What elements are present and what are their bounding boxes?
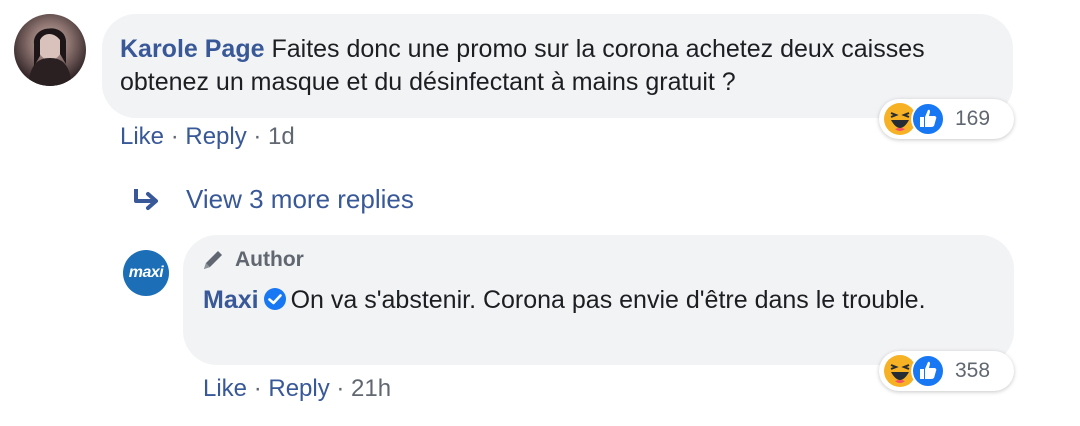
reply-text: On va s'abstenir. Corona pas envie d'êtr…	[290, 286, 926, 314]
reaction-count: 358	[955, 359, 991, 382]
verified-badge-icon	[263, 288, 286, 310]
like-reaction-icon	[911, 354, 945, 388]
separator: ·	[329, 375, 352, 402]
separator: ·	[164, 123, 186, 150]
timestamp[interactable]: 1d	[268, 123, 295, 150]
comment-actions: Like · Reply · 1d	[120, 123, 295, 151]
reply-arrow-icon	[134, 188, 158, 210]
author-badge-label: Author	[235, 248, 304, 271]
like-link[interactable]: Like	[203, 375, 247, 402]
separator: ·	[246, 123, 269, 150]
commenter-name[interactable]: Karole Page	[120, 35, 265, 63]
like-reaction-icon	[911, 102, 945, 136]
reply-actions: Like · Reply · 21h	[203, 375, 391, 403]
reply-link[interactable]: Reply	[268, 375, 329, 402]
maxi-logo: maxi	[128, 264, 164, 281]
timestamp[interactable]: 21h	[351, 375, 391, 402]
reaction-summary[interactable]: 169	[879, 99, 1014, 139]
reaction-count: 169	[955, 107, 991, 130]
reaction-summary[interactable]: 358	[879, 351, 1014, 391]
reply-link[interactable]: Reply	[185, 123, 246, 150]
view-more-replies[interactable]: View 3 more replies	[132, 184, 414, 215]
view-more-label[interactable]: View 3 more replies	[186, 184, 414, 215]
replier-name[interactable]: Maxi	[203, 286, 259, 314]
profile-photo	[28, 28, 72, 86]
avatar-maxi[interactable]: maxi	[123, 250, 169, 296]
reply-body: Maxi On va s'abstenir. Corona pas envie …	[203, 284, 993, 317]
pencil-icon	[204, 251, 222, 269]
author-badge: Author	[201, 246, 304, 274]
avatar-karole[interactable]	[14, 14, 86, 86]
separator: ·	[247, 375, 269, 402]
like-link[interactable]: Like	[120, 123, 164, 150]
comment-body: Karole Page Faites donc une promo sur la…	[120, 33, 1000, 99]
